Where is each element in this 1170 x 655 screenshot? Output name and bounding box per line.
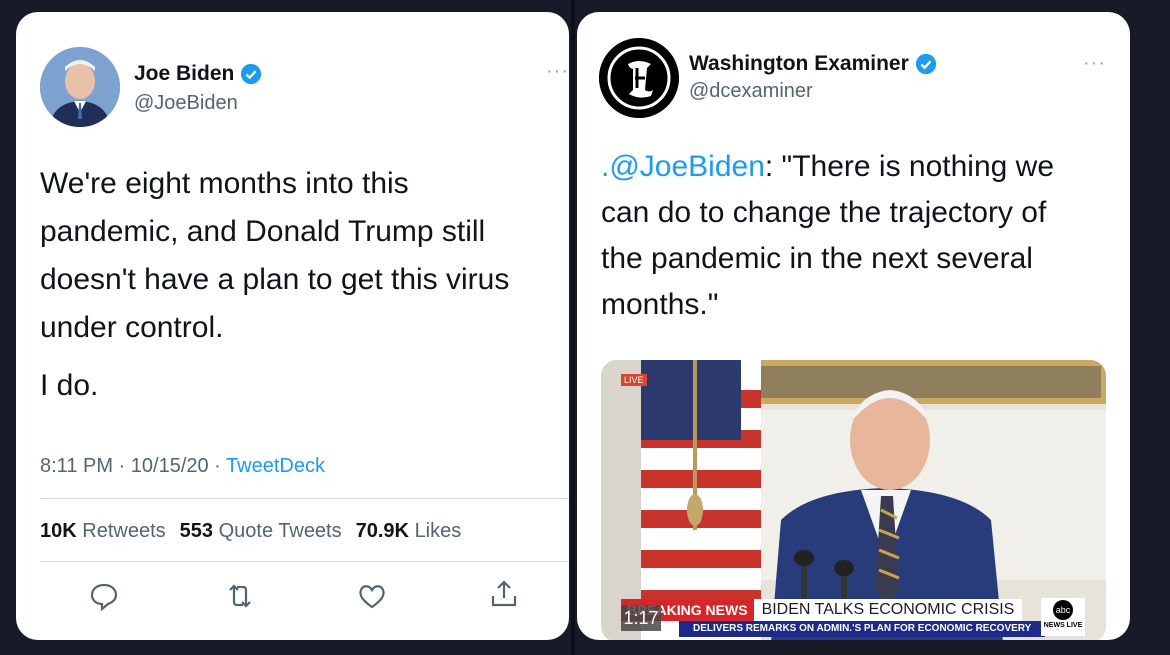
avatar[interactable] — [40, 47, 120, 127]
source-link[interactable]: TweetDeck — [226, 455, 325, 477]
quotes-stat[interactable]: 553 Quote Tweets — [180, 520, 342, 543]
avatar[interactable] — [599, 38, 679, 118]
avatar-portrait-icon — [40, 47, 120, 127]
reply-icon[interactable] — [88, 580, 120, 612]
tweet-line: months." — [601, 288, 719, 321]
tweet-card-joe-biden: Joe Biden @JoeBiden ··· We're eight mont… — [16, 12, 569, 640]
tweet-line: pandemic, and Donald Trump still — [40, 215, 486, 248]
tweet-line: under control. — [40, 311, 224, 344]
network-sub: NEWS LIVE — [1043, 622, 1083, 629]
tweet-line-text: : "There is nothing we — [764, 150, 1055, 183]
network-logo: abc NEWS LIVE — [1041, 598, 1085, 636]
tweet-line: We're eight months into this — [40, 167, 409, 200]
tweet-line: the pandemic in the next several — [601, 242, 1033, 275]
likes-count: 70.9K — [355, 520, 409, 542]
tweet-body: .@JoeBiden: "There is nothing we can do … — [601, 144, 1054, 328]
retweet-icon[interactable] — [224, 580, 256, 612]
handle[interactable]: @JoeBiden — [134, 92, 238, 115]
verified-badge-icon — [915, 53, 936, 75]
chyron-headline: BIDEN TALKS ECONOMIC CRISIS — [753, 599, 1023, 621]
examiner-logo-icon — [599, 38, 679, 118]
handle[interactable]: @dcexaminer — [689, 80, 813, 103]
more-options-icon[interactable]: ··· — [546, 60, 569, 83]
abc-logo-icon: abc — [1053, 600, 1073, 620]
display-name[interactable]: Joe Biden — [134, 62, 234, 86]
tweet-line: .@JoeBiden: "There is nothing we — [601, 144, 1054, 190]
like-icon[interactable] — [356, 580, 388, 612]
display-name[interactable]: Washington Examiner — [689, 52, 909, 76]
news-chyron: BREAKING NEWS BIDEN TALKS ECONOMIC CRISI… — [621, 599, 1023, 621]
tweet-line: doesn't have a plan to get this virus — [40, 263, 510, 296]
retweets-label: Retweets — [82, 520, 166, 542]
divider — [40, 561, 569, 562]
tweet-line: can do to change the trajectory of — [601, 196, 1047, 229]
tweet-line: I do. — [40, 369, 99, 402]
video-duration: 1:17 — [621, 605, 661, 631]
embedded-video[interactable]: LIVE BREAKING NEWS BIDEN TALKS ECONOMIC … — [601, 360, 1106, 640]
screenshot-divider — [571, 0, 575, 655]
retweets-stat[interactable]: 10K Retweets — [40, 520, 166, 543]
share-icon[interactable] — [488, 578, 520, 610]
mention-link[interactable]: .@JoeBiden — [601, 150, 765, 183]
tweet-body: We're eight months into this pandemic, a… — [40, 160, 509, 410]
retweets-count: 10K — [40, 520, 77, 542]
divider — [40, 498, 569, 499]
video-frame-image — [601, 360, 1106, 640]
tweet-timestamp: 8:11 PM · 10/15/20 · TweetDeck — [40, 455, 325, 478]
live-badge: LIVE — [621, 374, 647, 386]
quotes-label: Quote Tweets — [218, 520, 342, 542]
tweet-card-washington-examiner: Washington Examiner @dcexaminer ··· .@Jo… — [577, 12, 1130, 640]
verified-badge-icon — [241, 63, 262, 85]
likes-stat[interactable]: 70.9K Likes — [356, 520, 462, 543]
quotes-count: 553 — [179, 520, 214, 542]
timestamp-text: 8:11 PM · 10/15/20 · — [40, 455, 227, 477]
chyron-subline: DELIVERS REMARKS ON ADMIN.'S PLAN FOR EC… — [679, 621, 1045, 637]
more-options-icon[interactable]: ··· — [1083, 52, 1106, 75]
likes-label: Likes — [414, 520, 462, 542]
engagement-stats: 10K Retweets 553 Quote Tweets 70.9K Like… — [40, 520, 461, 543]
